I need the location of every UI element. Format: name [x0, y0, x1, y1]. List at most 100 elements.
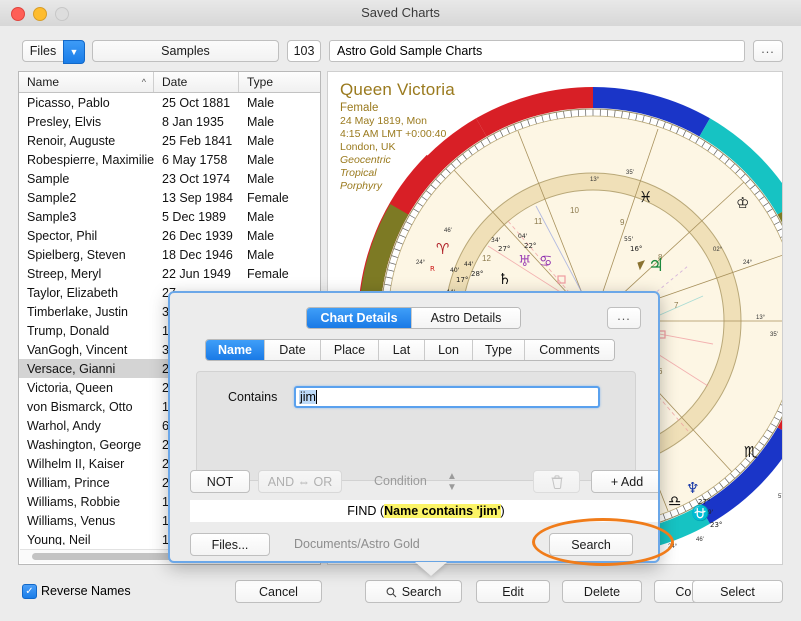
trash-icon [551, 474, 562, 489]
delete-condition-button[interactable] [533, 470, 580, 493]
table-row[interactable]: Spector, Phil 26 Dec 1939 Male [19, 226, 320, 245]
cell-name: Williams, Robbie [27, 494, 121, 509]
add-condition-button[interactable]: + Add [591, 470, 658, 493]
svg-text:24°: 24° [668, 544, 678, 550]
column-header-type[interactable]: Type [239, 72, 320, 92]
toolbar-more-button[interactable]: ... [753, 40, 783, 62]
contains-input[interactable]: jim [294, 386, 600, 408]
table-row[interactable]: Streep, Meryl 22 Jun 1949 Female [19, 264, 320, 283]
tab-chart-details[interactable]: Chart Details [307, 308, 412, 328]
condition-label[interactable]: Condition [374, 474, 427, 488]
svg-text:44': 44' [464, 261, 474, 268]
cell-name: Renoir, Auguste [27, 133, 116, 148]
magnifier-icon [386, 587, 397, 598]
not-button[interactable]: NOT [190, 470, 250, 493]
cell-name: Wilhelm II, Kaiser [27, 456, 125, 471]
close-button[interactable] [11, 7, 25, 21]
cell-date: 26 Dec 1939 [162, 228, 233, 243]
dialog-path-label: Documents/Astro Gold [294, 537, 420, 551]
tab-comments[interactable]: Comments [525, 340, 614, 360]
column-header-date[interactable]: Date [154, 72, 239, 92]
cell-type: Male [247, 95, 275, 110]
and-or-button[interactable]: AND ⇔ OR [258, 470, 342, 493]
saved-charts-window: Saved Charts Files ▼ Samples 103 Astro G… [0, 0, 801, 621]
table-row[interactable]: Sample3 5 Dec 1989 Male [19, 207, 320, 226]
cell-date: 18 Dec 1946 [162, 247, 233, 262]
zoom-button[interactable] [55, 7, 69, 21]
cell-date: 25 Feb 1841 [162, 133, 233, 148]
cell-name: William, Prince [27, 475, 110, 490]
checkmark-icon: ✓ [25, 586, 34, 597]
svg-text:24°: 24° [743, 260, 753, 266]
delete-button[interactable]: Delete [562, 580, 642, 603]
svg-text:57': 57' [778, 494, 783, 500]
cell-name: Young, Neil [27, 532, 91, 546]
cell-type: Male [247, 114, 275, 129]
cell-type: Male [247, 209, 275, 224]
svg-text:12: 12 [482, 254, 491, 263]
tab-type[interactable]: Type [473, 340, 525, 360]
dialog-search-button[interactable]: Search [549, 533, 633, 556]
files-button[interactable]: Files [22, 40, 64, 62]
svg-text:11: 11 [534, 217, 543, 226]
table-row[interactable]: Picasso, Pablo 25 Oct 1881 Male [19, 93, 320, 112]
search-button-label: Search [401, 584, 442, 599]
table-row[interactable]: Robespierre, Maximilien 6 May 1758 Male [19, 150, 320, 169]
column-header-name-label: Name [27, 75, 60, 89]
svg-text:13°: 13° [590, 177, 600, 183]
contains-input-value: jim [299, 390, 316, 404]
find-prefix: FIND ( [347, 504, 385, 518]
cell-type: Female [247, 266, 289, 281]
tab-lon[interactable]: Lon [425, 340, 473, 360]
dialog-field-tabs: Name Date Place Lat Lon Type Comments [205, 339, 615, 361]
tab-place[interactable]: Place [321, 340, 379, 360]
tab-astro-details[interactable]: Astro Details [412, 308, 520, 328]
stepper-updown-icon[interactable]: ▲ ▼ [447, 471, 457, 493]
cell-name: Williams, Venus [27, 513, 116, 528]
svg-text:04': 04' [518, 233, 528, 240]
svg-text:♋: ♋ [539, 252, 552, 270]
cell-name: Victoria, Queen [27, 380, 113, 395]
cell-name: Timberlake, Justin [27, 304, 128, 319]
collection-name-field[interactable]: Astro Gold Sample Charts [329, 40, 745, 62]
cancel-button[interactable]: Cancel [235, 580, 322, 603]
reverse-names-label: Reverse Names [41, 584, 131, 598]
tab-name[interactable]: Name [206, 340, 265, 360]
cell-date: 22 Jun 1949 [162, 266, 231, 281]
svg-text:♕: ♕ [782, 247, 783, 265]
edit-button[interactable]: Edit [476, 580, 550, 603]
reverse-names-checkbox[interactable]: ✓ [22, 584, 37, 599]
popover-tail [415, 562, 447, 576]
dialog-more-button[interactable]: ... [607, 307, 641, 329]
column-header-name[interactable]: Name ^ [19, 72, 154, 92]
table-row[interactable]: Sample2 13 Sep 1984 Female [19, 188, 320, 207]
tab-lat[interactable]: Lat [379, 340, 425, 360]
cell-type: Male [247, 171, 275, 186]
select-button[interactable]: Select [692, 580, 783, 603]
svg-text:♏: ♏ [744, 443, 758, 461]
table-row[interactable]: Sample 23 Oct 1974 Male [19, 169, 320, 188]
svg-text:46': 46' [444, 228, 452, 234]
search-button[interactable]: Search [365, 580, 462, 603]
cell-type: Male [247, 133, 275, 148]
table-row[interactable]: Spielberg, Steven 18 Dec 1946 Male [19, 245, 320, 264]
dialog-files-button[interactable]: Files... [190, 533, 270, 556]
svg-text:46': 46' [696, 537, 704, 543]
minimize-button[interactable] [33, 7, 47, 21]
svg-text:05': 05' [782, 474, 783, 480]
tab-date[interactable]: Date [265, 340, 321, 360]
samples-selector[interactable]: Samples [92, 40, 279, 62]
svg-text:♅: ♅ [518, 252, 531, 270]
record-count: 103 [287, 40, 321, 62]
cell-date: 13 Sep 1984 [162, 190, 233, 205]
chevron-down-icon[interactable]: ▼ [63, 40, 85, 64]
svg-text:♎: ♎ [668, 492, 681, 510]
cell-type: Male [247, 152, 275, 167]
table-row[interactable]: Renoir, Auguste 25 Feb 1841 Male [19, 131, 320, 150]
title-bar: Saved Charts [0, 0, 801, 27]
text-caret [315, 390, 317, 404]
table-row[interactable]: Presley, Elvis 8 Jan 1935 Male [19, 112, 320, 131]
svg-text:7: 7 [674, 301, 679, 310]
cell-name: VanGogh, Vincent [27, 342, 128, 357]
svg-text:R: R [430, 265, 435, 273]
